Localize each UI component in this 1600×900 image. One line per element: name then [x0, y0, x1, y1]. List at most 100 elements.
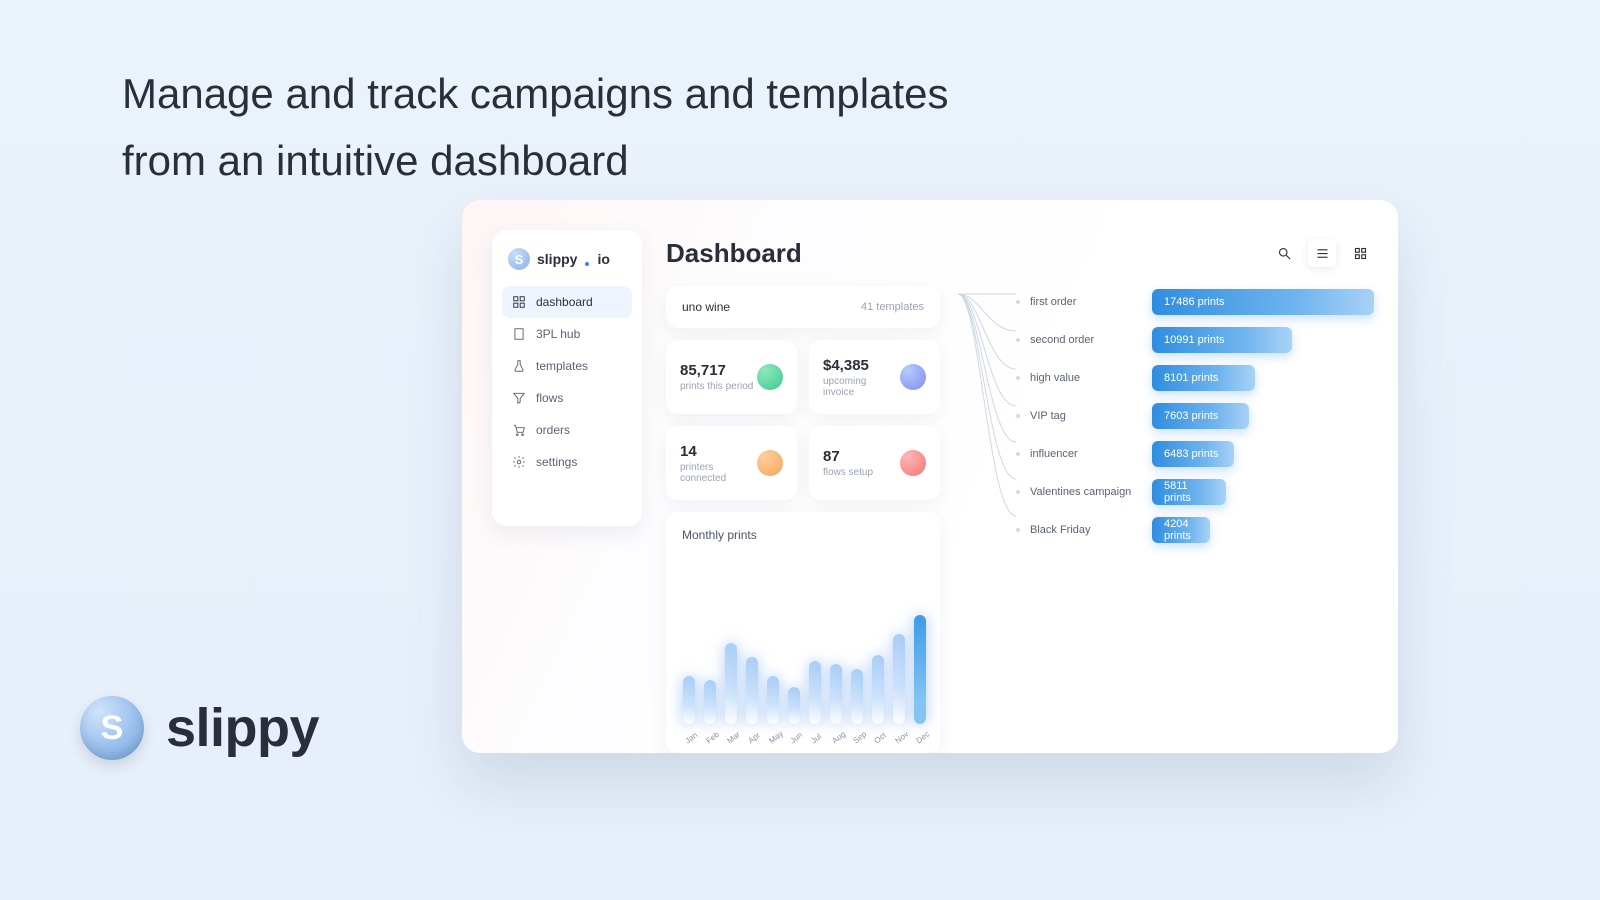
bar-col-apr: Apr	[745, 657, 759, 743]
template-name: VIP tag	[1030, 410, 1142, 422]
template-name: Black Friday	[1030, 524, 1142, 536]
stat-grid: 85,717 prints this period $4,385 upcomin…	[666, 340, 940, 500]
stat-icon	[900, 450, 926, 476]
bar-col-dec: Dec	[913, 615, 927, 743]
footer-brand-name: slippy	[166, 697, 319, 759]
stat-icon	[900, 364, 926, 390]
chart-bar	[767, 676, 779, 724]
stat-label: upcoming invoice	[823, 376, 900, 398]
chart-bar	[893, 634, 905, 724]
bullet-icon	[1016, 376, 1020, 380]
chart-bar	[872, 655, 884, 724]
template-row-valentines-campaign[interactable]: Valentines campaign 5811 prints	[1016, 478, 1374, 506]
bullet-icon	[1016, 452, 1020, 456]
stat-card-1[interactable]: $4,385 upcoming invoice	[809, 340, 940, 414]
chart-bar	[851, 669, 863, 724]
bar-col-jun: Jun	[787, 687, 801, 743]
sidebar-item-label: dashboard	[536, 295, 593, 309]
stat-label: flows setup	[823, 467, 873, 478]
chart-bar	[704, 680, 716, 724]
sidebar-item-label: flows	[536, 391, 563, 405]
list-view-button[interactable]	[1308, 239, 1336, 267]
chart-bar	[809, 661, 821, 724]
sidebar-item-settings[interactable]: settings	[502, 446, 632, 478]
sidebar-item-dashboard[interactable]: dashboard	[502, 286, 632, 318]
stat-card-3[interactable]: 87 flows setup	[809, 426, 940, 500]
month-label: Apr	[746, 730, 763, 746]
app-window: S slippy io dashboard 3PL hub templates …	[462, 200, 1398, 753]
slippy-logo-icon: S	[80, 696, 144, 760]
cart-icon	[512, 423, 526, 437]
content-row: uno wine 41 templates 85,717 prints this…	[666, 286, 1374, 753]
month-label: Jun	[788, 730, 805, 746]
template-row-first-order[interactable]: first order 17486 prints	[1016, 288, 1374, 316]
project-template-count: 41 templates	[861, 301, 924, 313]
title-actions	[1270, 239, 1374, 267]
month-label: May	[767, 730, 784, 746]
chart-bar	[830, 664, 842, 724]
chart-bar	[788, 687, 800, 724]
gear-icon	[512, 455, 526, 469]
bar-chart: Jan Feb Mar Apr May Jun Jul Aug Sep Oct …	[682, 550, 924, 743]
footer-brand: S slippy	[80, 696, 319, 760]
template-row-black-friday[interactable]: Black Friday 4204 prints	[1016, 516, 1374, 544]
bullet-icon	[1016, 338, 1020, 342]
stat-value: 87	[823, 448, 873, 465]
headline-line-1: Manage and track campaigns and templates	[122, 60, 949, 127]
bar-col-aug: Aug	[829, 664, 843, 743]
search-button[interactable]	[1270, 239, 1298, 267]
sidebar-item-3pl-hub[interactable]: 3PL hub	[502, 318, 632, 350]
month-label: Nov	[893, 730, 910, 746]
sidebar-item-templates[interactable]: templates	[502, 350, 632, 382]
template-row-influencer[interactable]: influencer 6483 prints	[1016, 440, 1374, 468]
template-name: influencer	[1030, 448, 1142, 460]
sidebar-item-label: 3PL hub	[536, 327, 580, 341]
month-label: Jan	[683, 730, 700, 746]
stat-card-2[interactable]: 14 printers connected	[666, 426, 797, 500]
funnel-icon	[512, 391, 526, 405]
bar-col-oct: Oct	[871, 655, 885, 743]
chart-title: Monthly prints	[682, 528, 924, 542]
templates-list: first order 17486 prints second order 10…	[1016, 286, 1374, 753]
template-prints-pill: 5811 prints	[1152, 479, 1226, 505]
template-prints-pill: 17486 prints	[1152, 289, 1374, 315]
bar-col-jul: Jul	[808, 661, 822, 743]
search-icon	[1277, 246, 1292, 261]
grid-view-button[interactable]	[1346, 239, 1374, 267]
marketing-headline: Manage and track campaigns and templates…	[122, 60, 949, 194]
month-label: Dec	[914, 730, 931, 746]
bullet-icon	[1016, 528, 1020, 532]
template-name: second order	[1030, 334, 1142, 346]
sidebar-item-flows[interactable]: flows	[502, 382, 632, 414]
month-label: Feb	[704, 730, 721, 746]
grid-icon	[1353, 246, 1368, 261]
template-prints-pill: 8101 prints	[1152, 365, 1255, 391]
month-label: Oct	[872, 730, 889, 746]
slippy-logo-small-icon: S	[508, 248, 530, 270]
bar-col-nov: Nov	[892, 634, 906, 743]
dashboard-icon	[512, 295, 526, 309]
list-icon	[1315, 246, 1330, 261]
stat-icon	[757, 364, 783, 390]
sidebar-brand[interactable]: S slippy io	[502, 248, 632, 286]
project-header-card[interactable]: uno wine 41 templates	[666, 286, 940, 328]
bar-col-sep: Sep	[850, 669, 864, 743]
sidebar-item-label: templates	[536, 359, 588, 373]
chart-bar	[746, 657, 758, 724]
template-name: high value	[1030, 372, 1142, 384]
template-row-vip-tag[interactable]: VIP tag 7603 prints	[1016, 402, 1374, 430]
monthly-prints-chart-card: Monthly prints Jan Feb Mar Apr May Jun J…	[666, 512, 940, 753]
stat-card-0[interactable]: 85,717 prints this period	[666, 340, 797, 414]
stat-value: 14	[680, 443, 757, 460]
flask-icon	[512, 359, 526, 373]
template-row-second-order[interactable]: second order 10991 prints	[1016, 326, 1374, 354]
sidebar-item-orders[interactable]: orders	[502, 414, 632, 446]
stat-label: prints this period	[680, 381, 753, 392]
bar-col-feb: Feb	[703, 680, 717, 743]
brand-dot-icon	[585, 262, 589, 266]
sidebar-item-label: orders	[536, 423, 570, 437]
template-prints-pill: 7603 prints	[1152, 403, 1249, 429]
template-row-high-value[interactable]: high value 8101 prints	[1016, 364, 1374, 392]
left-column: uno wine 41 templates 85,717 prints this…	[666, 286, 940, 753]
month-label: Mar	[725, 730, 742, 746]
